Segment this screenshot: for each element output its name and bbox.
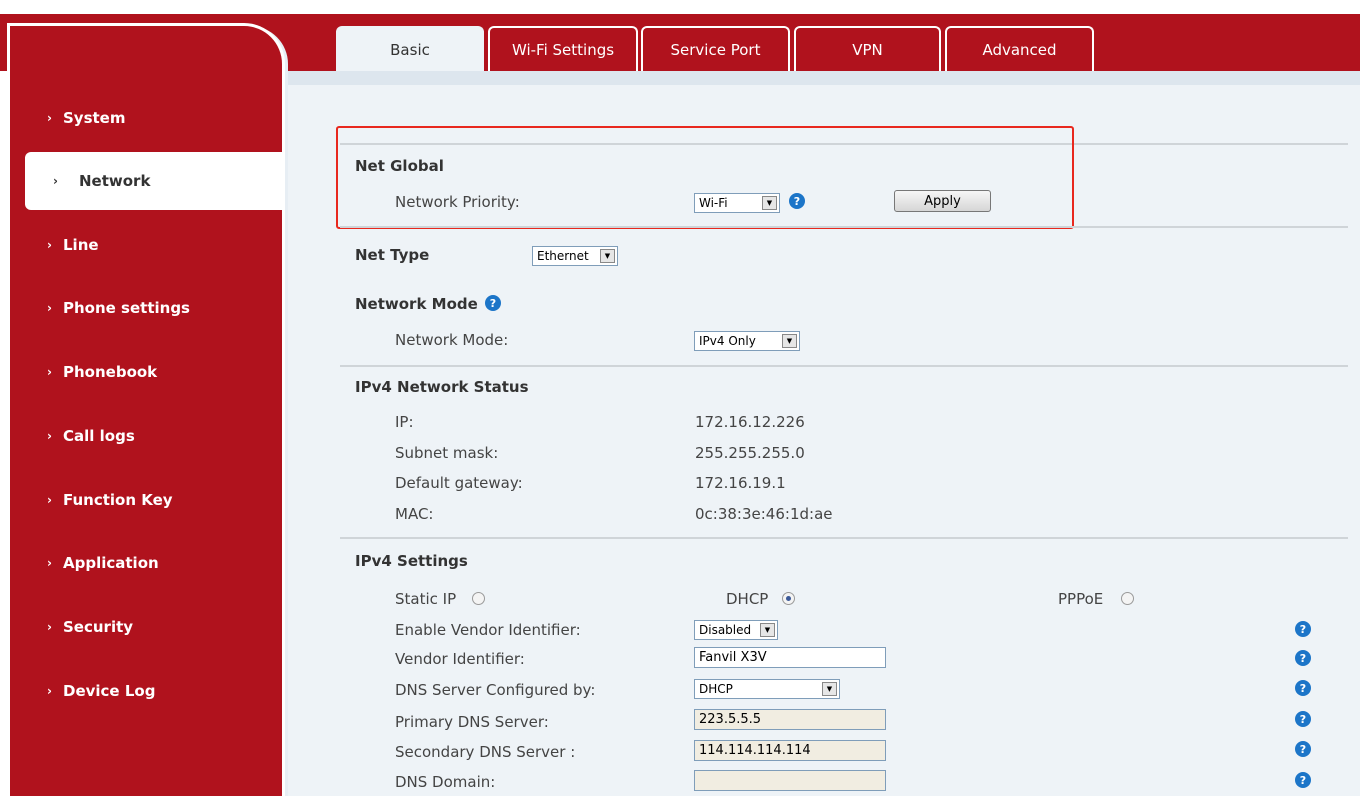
sidebar-item-label: Security [63, 618, 134, 636]
sidebar-item-label: Phonebook [63, 363, 158, 381]
sidebar-item-phonebook[interactable]: › Phonebook [10, 343, 282, 401]
vendor-identifier-label: Vendor Identifier: [395, 650, 525, 668]
section-title-ipv4-status: IPv4 Network Status [355, 378, 529, 396]
net-type-value: Ethernet [537, 249, 589, 263]
sidebar-item-application[interactable]: › Application [10, 534, 282, 592]
dns-configured-by-label: DNS Server Configured by: [395, 681, 596, 699]
section-title-ipv4-settings: IPv4 Settings [355, 552, 468, 570]
subnet-mask-label: Subnet mask: [395, 444, 499, 462]
chevron-right-icon: › [47, 365, 52, 379]
sidebar-item-line[interactable]: › Line [10, 216, 282, 274]
chevron-right-icon: › [47, 684, 52, 698]
dhcp-radio[interactable] [782, 592, 795, 605]
tab-service-port[interactable]: Service Port [641, 26, 790, 71]
default-gateway-value: 172.16.19.1 [695, 474, 786, 492]
secondary-dns-label: Secondary DNS Server : [395, 743, 576, 761]
dropdown-arrow-icon: ▼ [760, 623, 775, 637]
chevron-right-icon: › [47, 493, 52, 507]
help-icon[interactable]: ? [1295, 711, 1311, 727]
primary-dns-input[interactable]: 223.5.5.5 [694, 709, 886, 730]
sidebar-item-network[interactable]: › Network [25, 152, 282, 210]
help-icon[interactable]: ? [1295, 680, 1311, 696]
chevron-right-icon: › [53, 174, 58, 188]
dns-domain-label: DNS Domain: [395, 773, 496, 791]
chevron-right-icon: › [47, 620, 52, 634]
chevron-right-icon: › [47, 556, 52, 570]
section-title-network-mode: Network Mode [355, 295, 478, 313]
enable-vendor-identifier-select[interactable]: Disabled ▼ [694, 620, 778, 640]
content-top-strip [288, 71, 1360, 85]
sidebar-item-label: Call logs [63, 427, 135, 445]
sidebar: › System › Network › Line › Phone settin… [10, 26, 282, 796]
dropdown-arrow-icon: ▼ [822, 682, 837, 696]
sidebar-item-label: Device Log [63, 682, 156, 700]
enable-vendor-identifier-value: Disabled [699, 623, 752, 637]
net-type-select[interactable]: Ethernet ▼ [532, 246, 618, 266]
chevron-right-icon: › [47, 301, 52, 315]
network-mode-select[interactable]: IPv4 Only ▼ [694, 331, 800, 351]
dropdown-arrow-icon: ▼ [782, 334, 797, 348]
sidebar-item-label: Function Key [63, 491, 173, 509]
help-icon[interactable]: ? [1295, 621, 1311, 637]
ip-value: 172.16.12.226 [695, 413, 805, 431]
static-ip-label: Static IP [395, 590, 457, 608]
sidebar-item-call-logs[interactable]: › Call logs [10, 407, 282, 465]
default-gateway-label: Default gateway: [395, 474, 523, 492]
secondary-dns-input[interactable]: 114.114.114.114 [694, 740, 886, 761]
vendor-identifier-input[interactable]: Fanvil X3V [694, 647, 886, 668]
divider [340, 365, 1348, 367]
sidebar-item-security[interactable]: › Security [10, 598, 282, 656]
dns-domain-input[interactable] [694, 770, 886, 791]
ip-label: IP: [395, 413, 414, 431]
mac-label: MAC: [395, 505, 434, 523]
static-ip-radio[interactable] [472, 592, 485, 605]
sidebar-item-label: Network [79, 172, 151, 190]
network-mode-value: IPv4 Only [699, 334, 756, 348]
sidebar-item-label: Phone settings [63, 299, 190, 317]
network-mode-label: Network Mode: [395, 331, 509, 349]
sidebar-item-label: Application [63, 554, 159, 572]
subnet-mask-value: 255.255.255.0 [695, 444, 805, 462]
tab-advanced[interactable]: Advanced [945, 26, 1094, 71]
help-icon[interactable]: ? [1295, 741, 1311, 757]
sidebar-item-function-key[interactable]: › Function Key [10, 471, 282, 529]
pppoe-label: PPPoE [1058, 590, 1104, 608]
sidebar-item-system[interactable]: › System [10, 89, 282, 147]
dns-configured-by-select[interactable]: DHCP ▼ [694, 679, 840, 699]
tab-vpn[interactable]: VPN [794, 26, 941, 71]
dns-configured-by-value: DHCP [699, 682, 733, 696]
enable-vendor-identifier-label: Enable Vendor Identifier: [395, 621, 581, 639]
sidebar-item-label: System [63, 109, 126, 127]
divider [340, 537, 1348, 539]
tab-basic[interactable]: Basic [336, 26, 484, 71]
dhcp-label: DHCP [726, 590, 769, 608]
help-icon[interactable]: ? [1295, 772, 1311, 788]
section-title-net-type: Net Type [355, 246, 430, 264]
sidebar-item-phone-settings[interactable]: › Phone settings [10, 279, 282, 337]
tab-wifi-settings[interactable]: Wi-Fi Settings [488, 26, 638, 71]
pppoe-radio[interactable] [1121, 592, 1134, 605]
chevron-right-icon: › [47, 111, 52, 125]
highlight-box [336, 126, 1074, 229]
chevron-right-icon: › [47, 429, 52, 443]
chevron-right-icon: › [47, 238, 52, 252]
sidebar-item-label: Line [63, 236, 99, 254]
help-icon[interactable]: ? [485, 295, 501, 311]
mac-value: 0c:38:3e:46:1d:ae [695, 505, 833, 523]
dropdown-arrow-icon: ▼ [600, 249, 615, 263]
primary-dns-label: Primary DNS Server: [395, 713, 549, 731]
sidebar-item-device-log[interactable]: › Device Log [10, 662, 282, 720]
divider [340, 226, 1348, 228]
help-icon[interactable]: ? [1295, 650, 1311, 666]
